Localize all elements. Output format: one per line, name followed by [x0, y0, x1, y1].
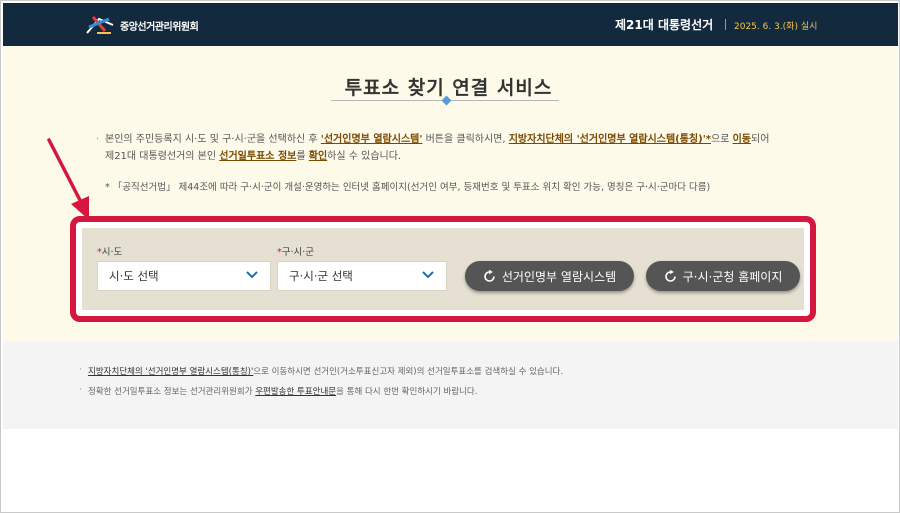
desc-keyword-move: 이동 [732, 134, 751, 145]
header-divider [725, 19, 726, 30]
voting-guide-link[interactable]: 우편발송한 투표안내문 [255, 387, 336, 397]
chevron-down-icon [246, 271, 258, 279]
red-arrow-icon [47, 138, 89, 220]
registry-system-button[interactable]: 선거인명부 열람시스템 [465, 261, 634, 291]
chevron-down-icon [422, 271, 434, 279]
external-link-icon [664, 269, 676, 282]
bullet: · [79, 365, 82, 375]
footer-note-2: · 정확한 선거일투표소 정보는 선거관리위원회가 우편발송한 투표안내문을 통… [79, 385, 478, 397]
local-gov-registry-link[interactable]: 지방자치단체의 '선거인명부 열람시스템(통칭)' [88, 367, 253, 377]
search-panel: *시·도 시·도 선택 *구·시·군 구·시·군 선택 선거인명부 열람시스템 … [82, 228, 804, 310]
sido-label-text: 시·도 [101, 247, 123, 258]
footer-note-2-text: 정확한 선거일투표소 정보는 선거관리위원회가 [88, 387, 256, 397]
desc-text: 되어 [751, 134, 770, 145]
desc-text: 제21대 대통령선거의 본인 [105, 151, 220, 162]
sido-select-value: 시·도 선택 [109, 269, 159, 283]
service-description: · 본인의 주민등록지 시·도 및 구·시·군을 선택하신 후 '선거인명부 열… [96, 131, 805, 165]
page-title: 투표소 찾기 연결 서비스 [344, 77, 553, 99]
desc-keyword-polling: 선거일투표소 정보 [219, 151, 297, 162]
election-title: 제21대 대통령선거 [615, 18, 714, 32]
desc-text: 하실 수 있습니다. [327, 151, 402, 162]
footer-notes: · 지방자치단체의 '선거인명부 열람시스템(통칭)'으로 이동하시면 선거인(… [3, 341, 898, 429]
org-name[interactable]: 중앙선거관리위원회 [120, 18, 199, 33]
desc-keyword-registry: '선거인명부 열람시스템' [320, 134, 423, 145]
search-panel-highlight: *시·도 시·도 선택 *구·시·군 구·시·군 선택 선거인명부 열람시스템 … [70, 216, 816, 322]
sigungu-label: *구·시·군 [277, 244, 314, 258]
sido-select[interactable]: 시·도 선택 [97, 261, 271, 291]
district-homepage-button[interactable]: 구·시·군청 홈페이지 [646, 261, 800, 291]
district-homepage-button-label: 구·시·군청 홈페이지 [682, 269, 783, 284]
election-logo-icon[interactable] [83, 13, 117, 37]
footer-note-1: · 지방자치단체의 '선거인명부 열람시스템(통칭)'으로 이동하시면 선거인(… [79, 365, 564, 377]
bullet: · [96, 134, 100, 145]
desc-text: 본인의 주민등록지 시·도 및 구·시·군을 선택하신 후 [105, 134, 321, 145]
desc-keyword-confirm: 확인 [308, 151, 328, 162]
sigungu-select[interactable]: 구·시·군 선택 [277, 261, 447, 291]
desc-keyword-local-gov: 지방자치단체의 '선거인명부 열람시스템(통칭)'* [508, 134, 711, 145]
header-bar: 중앙선거관리위원회 제21대 대통령선거 2025. 6. 3.(화) 실시 [3, 3, 898, 46]
desc-text: 버튼을 클릭하시면, [422, 134, 509, 145]
page-frame: 중앙선거관리위원회 제21대 대통령선거 2025. 6. 3.(화) 실시 투… [0, 0, 900, 513]
sigungu-select-value: 구·시·군 선택 [289, 269, 353, 283]
registry-system-button-label: 선거인명부 열람시스템 [501, 269, 617, 284]
law-footnote: * 「공직선거법」 제44조에 따라 구·시·군이 개설·운영하는 인터넷 홈페… [105, 182, 711, 193]
external-link-icon [484, 269, 495, 282]
footer-note-1-text: 으로 이동하시면 선거인(거소투표신고자 제외)의 선거일투표소를 검색하실 수… [253, 367, 564, 377]
bullet: · [79, 385, 82, 395]
desc-text: 으로 [711, 134, 733, 145]
sigungu-label-text: 구·시·군 [281, 247, 315, 258]
election-date: 2025. 6. 3.(화) 실시 [734, 22, 818, 32]
sido-label: *시·도 [97, 244, 122, 258]
footer-note-2-text: 을 통해 다시 한번 확인하시기 바랍니다. [336, 387, 478, 397]
desc-text: 를 [296, 151, 309, 162]
